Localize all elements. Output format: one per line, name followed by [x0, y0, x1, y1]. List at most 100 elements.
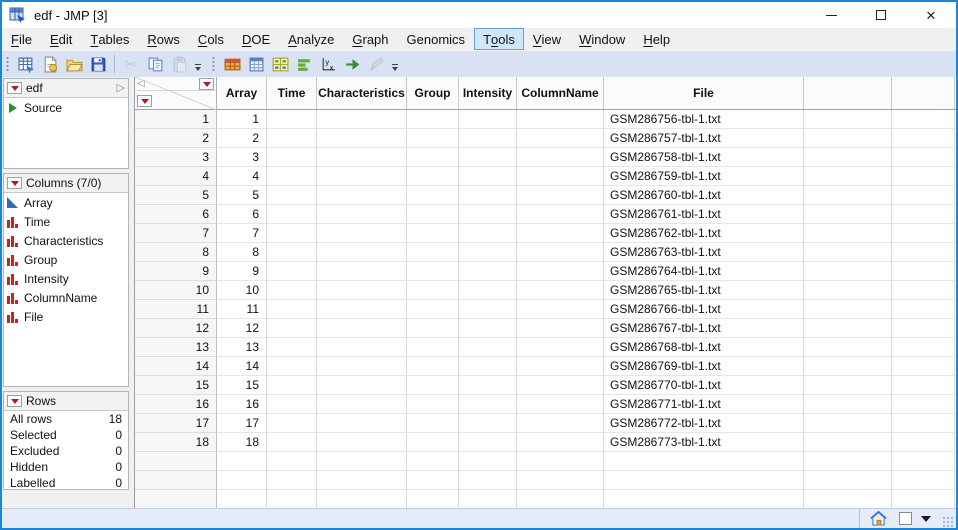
panel-collapse-icon[interactable]: ▷	[117, 82, 125, 94]
open-button[interactable]	[62, 52, 86, 76]
cell[interactable]	[892, 205, 955, 224]
row-number[interactable]: 16	[135, 395, 217, 414]
cell[interactable]	[317, 205, 407, 224]
cell[interactable]	[892, 167, 955, 186]
cell[interactable]	[459, 433, 517, 452]
column-header-empty[interactable]	[804, 77, 892, 109]
cell[interactable]	[892, 433, 955, 452]
cell[interactable]	[317, 300, 407, 319]
cell[interactable]: 8	[217, 243, 267, 262]
cell[interactable]	[317, 243, 407, 262]
cell[interactable]	[517, 395, 604, 414]
cell[interactable]: 16	[217, 395, 267, 414]
cell[interactable]	[892, 357, 955, 376]
cell[interactable]: GSM286757-tbl-1.txt	[604, 129, 804, 148]
new-data-table-button[interactable]	[14, 52, 38, 76]
cell[interactable]	[317, 490, 407, 508]
cell[interactable]	[459, 262, 517, 281]
menu-cols[interactable]: Cols	[189, 28, 233, 50]
cell[interactable]	[517, 129, 604, 148]
resize-grip[interactable]	[943, 517, 954, 528]
cell[interactable]	[407, 167, 459, 186]
cell[interactable]	[317, 357, 407, 376]
cell[interactable]	[604, 471, 804, 490]
cell[interactable]: 7	[217, 224, 267, 243]
cell[interactable]	[267, 186, 317, 205]
cell[interactable]	[804, 281, 892, 300]
cell[interactable]	[407, 471, 459, 490]
cell[interactable]	[267, 300, 317, 319]
cell[interactable]	[317, 148, 407, 167]
cell[interactable]: GSM286763-tbl-1.txt	[604, 243, 804, 262]
cell[interactable]	[317, 319, 407, 338]
cell[interactable]	[892, 129, 955, 148]
cell[interactable]	[459, 300, 517, 319]
cell[interactable]: GSM286767-tbl-1.txt	[604, 319, 804, 338]
cell[interactable]	[317, 471, 407, 490]
row-number[interactable]: 10	[135, 281, 217, 300]
cell[interactable]	[267, 319, 317, 338]
cell[interactable]	[892, 395, 955, 414]
split-columns-button[interactable]	[268, 52, 292, 76]
maximize-button[interactable]	[856, 2, 906, 28]
column-header-group[interactable]: Group	[407, 77, 459, 109]
cell[interactable]	[407, 205, 459, 224]
cell[interactable]	[892, 281, 955, 300]
cell[interactable]	[407, 243, 459, 262]
rows-menu-button[interactable]	[7, 395, 22, 407]
cell[interactable]	[517, 338, 604, 357]
cell[interactable]	[804, 471, 892, 490]
cell[interactable]	[804, 338, 892, 357]
cell[interactable]: GSM286758-tbl-1.txt	[604, 148, 804, 167]
cell[interactable]	[517, 376, 604, 395]
cell[interactable]	[317, 395, 407, 414]
row-number[interactable]: 1	[135, 110, 217, 129]
cell[interactable]	[804, 452, 892, 471]
cell[interactable]: GSM286768-tbl-1.txt	[604, 338, 804, 357]
cell[interactable]: 18	[217, 433, 267, 452]
cell[interactable]	[892, 262, 955, 281]
cell[interactable]	[892, 148, 955, 167]
home-button[interactable]	[870, 511, 887, 526]
cell[interactable]	[804, 319, 892, 338]
data-table-button[interactable]	[220, 52, 244, 76]
row-number[interactable]: 12	[135, 319, 217, 338]
cell[interactable]	[267, 148, 317, 167]
cell[interactable]	[267, 224, 317, 243]
cell[interactable]	[459, 471, 517, 490]
cell[interactable]	[459, 129, 517, 148]
cell[interactable]	[517, 433, 604, 452]
cell[interactable]	[407, 281, 459, 300]
row-number[interactable]: 7	[135, 224, 217, 243]
column-item-characteristics[interactable]: Characteristics	[4, 231, 128, 250]
cell[interactable]: GSM286762-tbl-1.txt	[604, 224, 804, 243]
cell[interactable]	[317, 110, 407, 129]
cell[interactable]: GSM286769-tbl-1.txt	[604, 357, 804, 376]
cell[interactable]	[517, 205, 604, 224]
cell[interactable]	[407, 224, 459, 243]
row-number[interactable]: 8	[135, 243, 217, 262]
cell[interactable]	[892, 414, 955, 433]
close-button[interactable]: ✕	[906, 2, 956, 28]
cell[interactable]	[517, 490, 604, 508]
cell[interactable]	[517, 148, 604, 167]
cell[interactable]	[459, 205, 517, 224]
cell[interactable]: 1	[217, 110, 267, 129]
cell[interactable]: 15	[217, 376, 267, 395]
collapse-left-icon[interactable]: ◁	[137, 79, 145, 89]
table-menu-button[interactable]	[7, 82, 22, 94]
cell[interactable]	[217, 471, 267, 490]
cell[interactable]	[892, 338, 955, 357]
cell[interactable]	[459, 414, 517, 433]
menu-genomics[interactable]: Genomics	[398, 28, 475, 50]
cell[interactable]	[317, 129, 407, 148]
column-header-columnname[interactable]: ColumnName	[517, 77, 604, 109]
row-number[interactable]: 15	[135, 376, 217, 395]
cell[interactable]: GSM286772-tbl-1.txt	[604, 414, 804, 433]
cell[interactable]	[459, 148, 517, 167]
summary-button[interactable]	[244, 52, 268, 76]
cell[interactable]	[892, 490, 955, 508]
cell[interactable]	[267, 205, 317, 224]
cell[interactable]	[517, 414, 604, 433]
cell[interactable]	[517, 243, 604, 262]
